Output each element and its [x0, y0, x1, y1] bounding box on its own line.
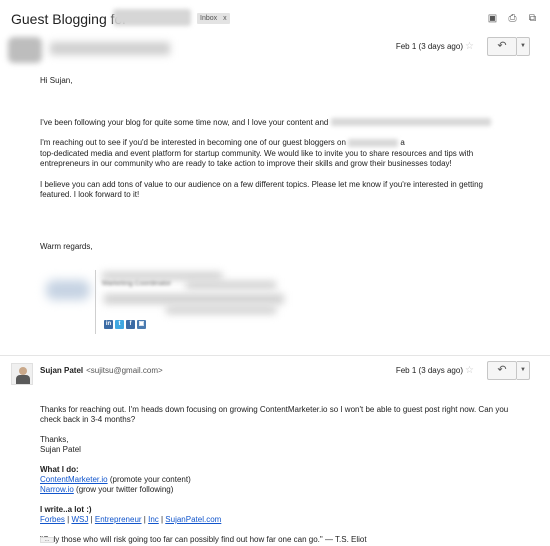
print-icon[interactable]: ⎙ [507, 13, 518, 24]
section-heading: I write..a lot :) [40, 505, 92, 514]
redacted-signature-line [104, 294, 284, 304]
inbox-label-text: Inbox [200, 15, 218, 22]
message-header[interactable]: Feb 1 (3 days ago) ☆ ↶ ▼ [0, 36, 550, 63]
signature-divider [95, 270, 96, 334]
forbes-link[interactable]: Forbes [40, 515, 65, 524]
message-body: Hi Sujan, I've been following your blog … [40, 76, 510, 252]
redacted-sender-name [50, 42, 170, 55]
body-paragraph: I'm reaching out to see if you'd be inte… [40, 138, 474, 168]
reply-button[interactable]: ↶ [487, 361, 517, 380]
sujanpatel-link[interactable]: SujanPatel.com [165, 515, 221, 524]
redacted-logo [46, 280, 90, 300]
facebook-icon[interactable]: f [126, 320, 135, 329]
sender-name: Sujan Patel [40, 366, 84, 375]
narrow-link[interactable]: Narrow.io [40, 485, 74, 494]
more-options-button[interactable]: ▼ [517, 37, 530, 56]
sender-email: <sujitsu@gmail.com> [86, 366, 163, 375]
redacted-signature-line [166, 306, 276, 314]
contentmarketer-link[interactable]: ContentMarketer.io [40, 475, 108, 484]
quote: "Only those who will risk going too far … [40, 535, 367, 544]
social-links: in t f ▣ [104, 320, 146, 329]
body-paragraph: Thanks for reaching out. I'm heads down … [40, 405, 509, 424]
signoff: Warm regards, [40, 241, 93, 251]
top-icons: ▣ ⎙ ⧉ [487, 13, 538, 24]
message-header[interactable]: Sujan Patel <sujitsu@gmail.com> Feb 1 (3 … [0, 360, 550, 385]
what-i-do-section: What I do: ContentMarketer.io (promote y… [40, 465, 510, 495]
message-date: Feb 1 (3 days ago) [395, 366, 463, 375]
wsj-link[interactable]: WSJ [71, 515, 88, 524]
message-date: Feb 1 (3 days ago) [395, 42, 463, 51]
instagram-icon[interactable]: ▣ [137, 320, 146, 329]
subject-title: Guest Blogging for [11, 11, 127, 27]
sender: Sujan Patel <sujitsu@gmail.com> [40, 366, 163, 375]
star-icon[interactable]: ☆ [465, 365, 474, 376]
archive-icon[interactable]: ▣ [487, 13, 498, 24]
signature-block: Marketing Coordinator in t f ▣ [46, 270, 296, 334]
linkedin-icon[interactable]: in [104, 320, 113, 329]
remove-label-icon[interactable]: x [223, 15, 227, 22]
message-body: Thanks for reaching out. I'm heads down … [40, 405, 510, 545]
more-options-button[interactable]: ▼ [517, 361, 530, 380]
body-paragraph: I've been following your blog for quite … [40, 118, 510, 129]
redacted-subject [113, 9, 191, 26]
greeting: Hi Sujan, [40, 76, 73, 85]
redacted-text [348, 138, 399, 147]
new-window-icon[interactable]: ⧉ [527, 13, 538, 24]
inc-link[interactable]: Inc [148, 515, 159, 524]
redacted-signature-line [102, 272, 222, 280]
signoff: Thanks, Sujan Patel [40, 435, 81, 454]
entrepreneur-link[interactable]: Entrepreneur [95, 515, 142, 524]
inbox-label-badge[interactable]: Inbox x [197, 13, 230, 24]
star-icon[interactable]: ☆ [465, 41, 474, 52]
subject-bar: Guest Blogging for Inbox x ▣ ⎙ ⧉ [0, 0, 550, 36]
show-trimmed-content-button[interactable]: ... [40, 537, 54, 543]
publications-section: I write..a lot :) Forbes | WSJ | Entrepr… [40, 505, 510, 525]
body-paragraph: I believe you can add tons of value to o… [40, 179, 483, 200]
twitter-icon[interactable]: t [115, 320, 124, 329]
signature-title: Marketing Coordinator [102, 280, 172, 287]
message-divider [0, 355, 550, 356]
section-heading: What I do: [40, 465, 79, 474]
redacted-signature-line [186, 281, 276, 289]
reply-button[interactable]: ↶ [487, 37, 517, 56]
redacted-avatar [8, 37, 42, 63]
avatar [11, 363, 33, 385]
redacted-text [330, 118, 491, 127]
